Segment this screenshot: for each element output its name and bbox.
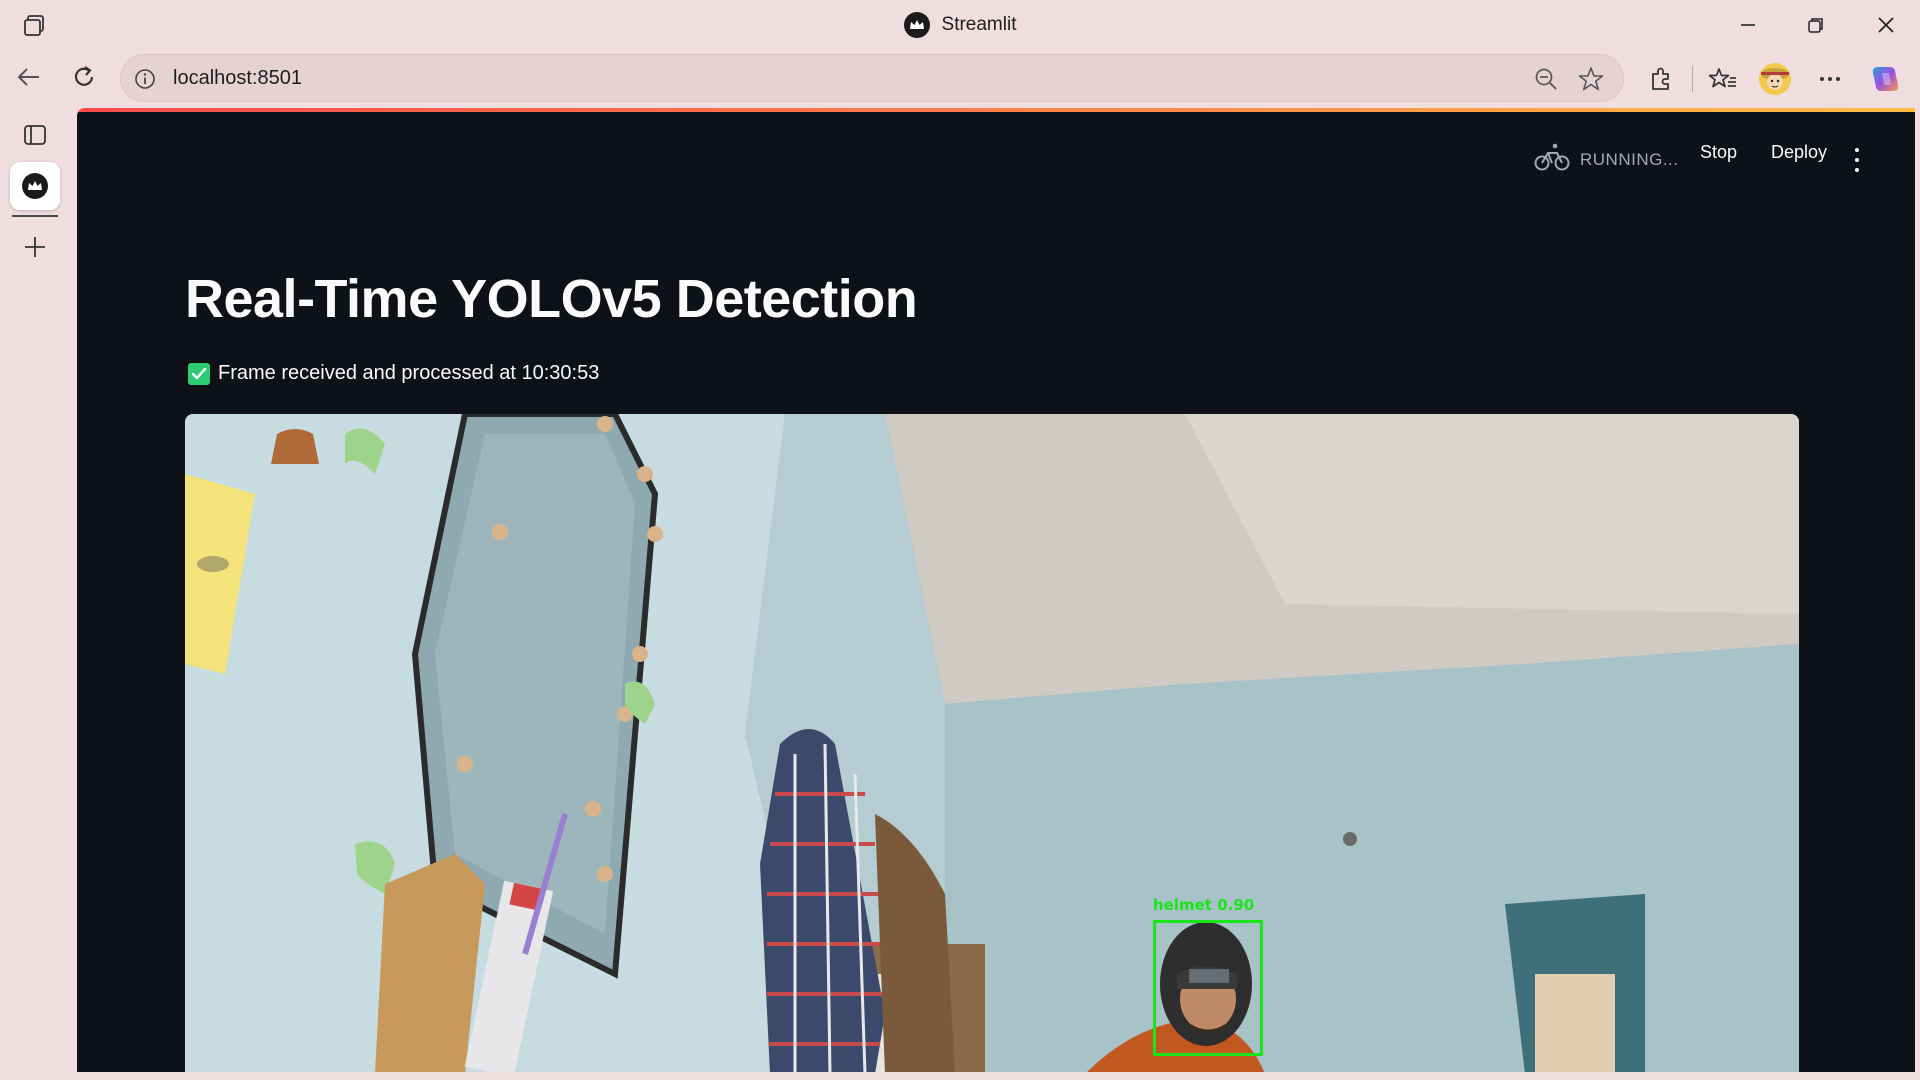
tab-streamlit[interactable] bbox=[10, 162, 60, 210]
more-options-icon[interactable] bbox=[1813, 62, 1847, 96]
browser-title-bar: Streamlit bbox=[0, 0, 1920, 50]
favorites-icon[interactable] bbox=[1706, 62, 1740, 96]
tab-sidebar-icon[interactable] bbox=[18, 118, 52, 152]
check-mark-icon bbox=[188, 362, 210, 385]
copilot-icon[interactable] bbox=[1869, 62, 1903, 96]
extensions-icon[interactable] bbox=[1644, 62, 1678, 96]
app-header: RUNNING... Stop Deploy bbox=[77, 112, 1915, 176]
refresh-icon[interactable] bbox=[67, 60, 101, 94]
bicycle-icon bbox=[1534, 142, 1570, 177]
running-status: RUNNING... bbox=[1534, 142, 1679, 177]
running-label: RUNNING... bbox=[1580, 149, 1679, 169]
video-frame: helmet 0.90 bbox=[185, 414, 1799, 1072]
page-title: Real-Time YOLOv5 Detection bbox=[185, 269, 918, 329]
deploy-button[interactable]: Deploy bbox=[1771, 142, 1827, 163]
streamlit-crown-icon bbox=[903, 12, 930, 38]
page-viewport: RUNNING... Stop Deploy Real-Time YOLOv5 … bbox=[77, 108, 1915, 1072]
site-info-icon[interactable] bbox=[133, 67, 157, 91]
favorite-star-icon[interactable] bbox=[1577, 65, 1605, 93]
window-title: Streamlit bbox=[941, 14, 1017, 35]
back-arrow-icon[interactable] bbox=[12, 60, 46, 94]
zoom-out-icon[interactable] bbox=[1533, 66, 1559, 92]
toolbar-separator bbox=[1692, 66, 1693, 92]
status-message: Frame received and processed at 10:30:53 bbox=[188, 362, 599, 385]
close-icon[interactable] bbox=[1866, 10, 1906, 40]
streamlit-tab-icon bbox=[22, 173, 48, 199]
restore-icon[interactable] bbox=[1796, 10, 1836, 40]
profile-avatar[interactable] bbox=[1758, 62, 1792, 96]
url-text[interactable]: localhost:8501 bbox=[173, 67, 302, 90]
detection-label: helmet 0.90 bbox=[1153, 896, 1255, 914]
tab-divider bbox=[12, 215, 58, 217]
camera-scene bbox=[185, 414, 1799, 1072]
new-tab-plus-icon[interactable] bbox=[18, 230, 52, 264]
minimize-icon[interactable] bbox=[1728, 10, 1768, 40]
stop-button[interactable]: Stop bbox=[1700, 142, 1737, 163]
address-bar[interactable]: localhost:8501 bbox=[120, 54, 1624, 102]
detection-bounding-box bbox=[1153, 920, 1263, 1056]
main-menu-icon[interactable] bbox=[1851, 148, 1863, 172]
status-message-text: Frame received and processed at 10:30:53 bbox=[218, 362, 600, 384]
